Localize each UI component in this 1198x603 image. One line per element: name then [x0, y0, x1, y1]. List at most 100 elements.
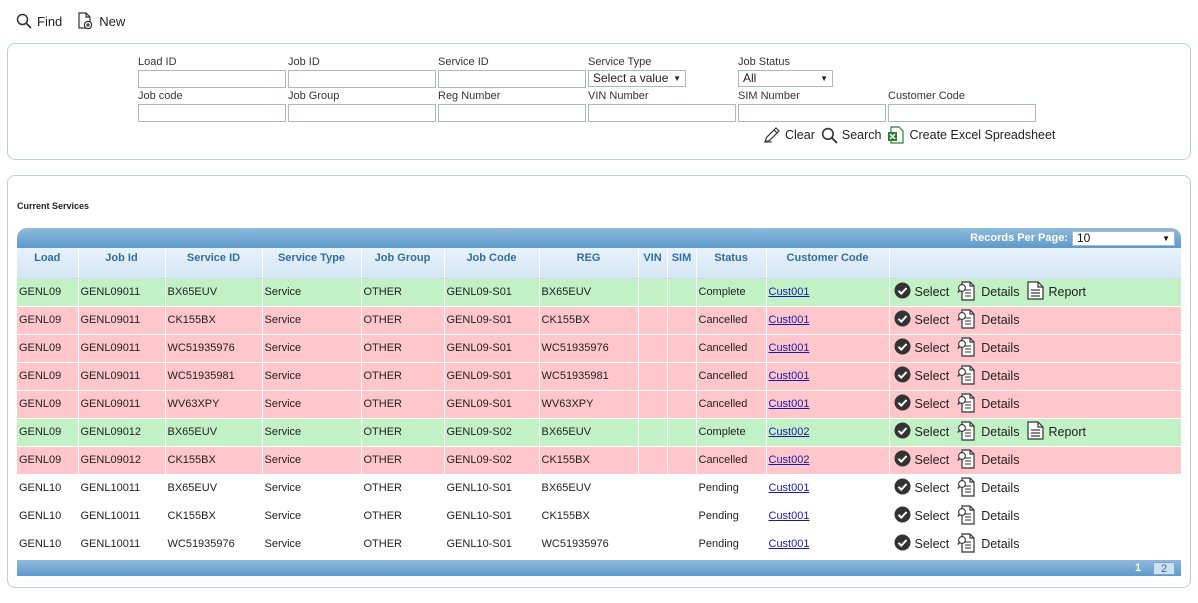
- select-label: Select: [914, 285, 950, 299]
- customer-code-field: Customer Code: [888, 89, 1036, 122]
- select-button[interactable]: Select: [894, 282, 950, 302]
- cell-vin: [638, 334, 668, 363]
- cell-job-id: GENL09011: [78, 362, 166, 391]
- select-button[interactable]: Select: [894, 422, 949, 442]
- table-row[interactable]: GENL10 GENL10011 WC51935976 Service OTHER GEN…: [17, 530, 1182, 559]
- new-label: New: [99, 13, 126, 29]
- select-label: Select: [914, 313, 950, 327]
- vin-number-input[interactable]: [588, 104, 736, 122]
- service-id-input[interactable]: [438, 70, 586, 88]
- records-per-page-select[interactable]: 10 ▼: [1072, 230, 1175, 246]
- customer-code-link[interactable]: Cust002: [769, 454, 810, 466]
- new-button[interactable]: New: [76, 10, 125, 32]
- details-document-icon: [957, 392, 977, 416]
- details-button[interactable]: Details: [957, 532, 1019, 556]
- details-button[interactable]: Details: [957, 280, 1020, 304]
- cell-job-id: GENL09011: [78, 306, 166, 335]
- table-row[interactable]: GENL09 GENL09011 WC51935976 Service OTHER GEN…: [17, 334, 1182, 363]
- table-row[interactable]: GENL10 GENL10011 CK155BX Service OTHER GENL10…: [17, 502, 1182, 531]
- details-label: Details: [981, 285, 1020, 299]
- page-link-current[interactable]: 1: [1127, 562, 1149, 575]
- customer-code-link[interactable]: Cust001: [769, 370, 810, 382]
- report-button[interactable]: Report: [1027, 421, 1086, 443]
- details-button[interactable]: Details: [957, 364, 1020, 388]
- column-header[interactable]: Status: [696, 248, 767, 279]
- customer-code-link[interactable]: Cust001: [769, 342, 810, 354]
- clear-button[interactable]: Clear: [763, 126, 815, 144]
- cell-service-type: Service: [262, 418, 362, 447]
- cell-customer-code: Cust001: [766, 306, 890, 335]
- reg-number-input[interactable]: [438, 104, 586, 122]
- customer-code-link[interactable]: Cust001: [769, 538, 810, 550]
- job-code-input[interactable]: [138, 104, 286, 122]
- select-button[interactable]: Select: [894, 366, 950, 386]
- select-button[interactable]: Select: [894, 310, 950, 330]
- cell-service-type: Service: [262, 530, 362, 559]
- page-link[interactable]: 2: [1153, 561, 1175, 575]
- column-header[interactable]: Customer Code: [766, 248, 890, 279]
- select-label: Select: [914, 369, 950, 383]
- details-label: Details: [981, 369, 1020, 383]
- column-header[interactable]: VIN: [638, 248, 668, 279]
- details-label: Details: [981, 313, 1020, 327]
- create-excel-button[interactable]: Create Excel Spreadsheet: [887, 126, 1055, 144]
- job-group-input[interactable]: [288, 104, 436, 122]
- customer-code-link[interactable]: Cust001: [769, 314, 810, 326]
- customer-code-link[interactable]: Cust001: [769, 286, 810, 298]
- select-button[interactable]: Select: [894, 478, 949, 498]
- table-row[interactable]: GENL09 GENL09011 BX65EUV Service OTHER GENL09…: [17, 278, 1182, 307]
- column-header[interactable]: REG: [539, 248, 639, 279]
- cell-customer-code: Cust001: [766, 530, 890, 559]
- search-button[interactable]: Search: [821, 126, 882, 144]
- column-header[interactable]: SIM: [667, 248, 697, 279]
- job-status-field: Job Status All ▼: [738, 55, 833, 87]
- find-button[interactable]: Find: [16, 10, 62, 32]
- details-button[interactable]: Details: [957, 476, 1019, 500]
- customer-code-link[interactable]: Cust001: [769, 398, 810, 410]
- check-circle-icon: [894, 310, 911, 330]
- customer-code-link[interactable]: Cust002: [769, 426, 810, 438]
- table-row[interactable]: GENL09 GENL09011 WC51935981 Service OTHER GEN…: [17, 362, 1182, 391]
- select-button[interactable]: Select: [894, 450, 949, 470]
- table-row[interactable]: GENL09 GENL09011 WV63XPY Service OTHER GENL09…: [17, 390, 1182, 419]
- job-id-input[interactable]: [288, 70, 436, 88]
- service-id-label: Service ID: [438, 56, 489, 68]
- cell-job-code: GENL09-S01: [444, 362, 540, 391]
- load-id-input[interactable]: [138, 70, 286, 88]
- details-button[interactable]: Details: [957, 336, 1019, 360]
- cell-service-id: WC51935976: [165, 530, 263, 559]
- job-status-select[interactable]: All ▼: [738, 70, 833, 87]
- column-header[interactable]: Job Group: [361, 248, 445, 279]
- cell-service-id: WV63XPY: [165, 390, 263, 419]
- select-button[interactable]: Select: [894, 506, 949, 526]
- select-button[interactable]: Select: [894, 394, 949, 414]
- sim-number-input[interactable]: [738, 104, 886, 122]
- customer-code-input[interactable]: [888, 104, 1036, 122]
- details-button[interactable]: Details: [957, 420, 1019, 444]
- column-header[interactable]: Service ID: [165, 248, 263, 279]
- column-header[interactable]: Load: [17, 248, 79, 279]
- cell-job-code: GENL09-S02: [444, 446, 540, 475]
- details-button[interactable]: Details: [957, 308, 1020, 332]
- details-button[interactable]: Details: [957, 504, 1019, 528]
- cell-reg: WC51935976: [539, 530, 639, 559]
- check-circle-icon: [894, 478, 911, 498]
- customer-code-link[interactable]: Cust001: [769, 510, 810, 522]
- column-header[interactable]: Service Type: [262, 248, 362, 279]
- column-header[interactable]: Job Code: [444, 248, 540, 279]
- select-button[interactable]: Select: [894, 338, 949, 358]
- table-row[interactable]: GENL10 GENL10011 BX65EUV Service OTHER GENL10…: [17, 474, 1182, 503]
- search-label: Search: [841, 128, 882, 142]
- table-row[interactable]: GENL09 GENL09012 CK155BX Service OTHER GENL09…: [17, 446, 1182, 475]
- cell-load: GENL09: [17, 278, 79, 307]
- table-row[interactable]: GENL09 GENL09012 BX65EUV Service OTHER GENL09…: [17, 418, 1182, 447]
- customer-code-link[interactable]: Cust001: [769, 482, 810, 494]
- report-button[interactable]: Report: [1027, 281, 1086, 303]
- service-type-select[interactable]: Select a value ▼: [588, 70, 686, 87]
- cell-sim: [667, 278, 697, 307]
- column-header[interactable]: Job Id: [78, 248, 166, 279]
- table-row[interactable]: GENL09 GENL09011 CK155BX Service OTHER GENL09…: [17, 306, 1182, 335]
- details-button[interactable]: Details: [957, 448, 1019, 472]
- select-button[interactable]: Select: [894, 534, 949, 554]
- details-button[interactable]: Details: [957, 392, 1019, 416]
